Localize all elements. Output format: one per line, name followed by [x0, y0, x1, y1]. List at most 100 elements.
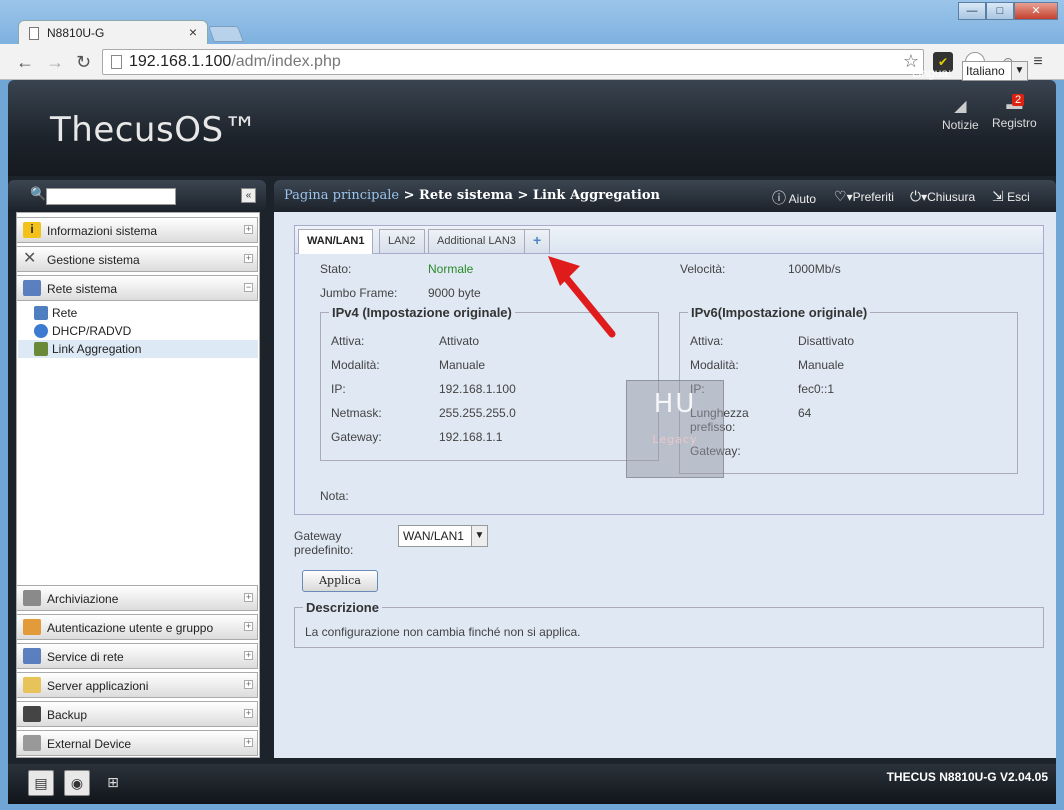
help-link[interactable]: ⓘ Aiuto: [772, 188, 816, 208]
speed-value: 1000Mb/s: [788, 262, 841, 276]
sidebar-item-service-di-rete[interactable]: Service di rete +: [16, 643, 258, 669]
sidebar-item-gestione-sistema[interactable]: ✕ Gestione sistema +: [16, 246, 258, 272]
apply-button[interactable]: Applica: [302, 570, 378, 592]
ipv6-active-value: Disattivato: [798, 334, 855, 348]
language-label: Lingua:: [912, 66, 952, 80]
status-value: Normale: [428, 262, 474, 276]
ipv4-ip-label: IP:: [331, 382, 346, 396]
chevron-down-icon: ▼: [1011, 62, 1027, 80]
breadcrumb-separator: >: [399, 188, 420, 203]
expand-icon[interactable]: +: [244, 680, 253, 689]
back-arrow-icon[interactable]: ←: [16, 52, 34, 73]
news-link[interactable]: ◢ Notizie: [942, 96, 979, 132]
description-fieldset: Descrizione: [294, 600, 1044, 648]
collapse-sidebar-button[interactable]: «: [241, 188, 256, 203]
ipv4-mode-value: Manuale: [439, 358, 486, 372]
sidebar-item-server-applicazioni[interactable]: Server applicazioni +: [16, 672, 258, 698]
maximize-button[interactable]: □: [986, 2, 1014, 20]
address-bar[interactable]: 192.168.1.100/adm/index.php ☆: [102, 49, 924, 75]
heart-icon: ♡: [834, 188, 847, 204]
sidebar-item-external-device[interactable]: External Device +: [16, 730, 258, 756]
watermark-subtext: Legacy: [652, 433, 698, 446]
breadcrumb-home[interactable]: Pagina principale: [284, 188, 399, 203]
log-count-badge: 2: [1012, 94, 1025, 106]
annotation-arrow-icon: [548, 256, 616, 338]
network-tree-icon[interactable]: ⊞: [100, 770, 126, 796]
sidebar-subitem-rete[interactable]: Rete: [18, 304, 258, 322]
menu-icon[interactable]: ≡: [1028, 52, 1048, 72]
close-window-button[interactable]: ✕: [1014, 2, 1058, 20]
ipv4-gateway-value: 192.168.1.1: [439, 430, 503, 444]
collapse-icon[interactable]: −: [244, 283, 253, 292]
sidebar-search-bar: 🔍 «: [8, 180, 266, 210]
ipv6-mode-value: Manuale: [798, 358, 845, 372]
expand-icon[interactable]: +: [244, 738, 253, 747]
page-icon: [29, 27, 39, 40]
shutdown-link[interactable]: ⏻▾Chiusura: [910, 188, 975, 205]
sidebar-item-label: Autenticazione utente e gruppo: [47, 621, 214, 635]
watermark-logo: HU Legacy: [626, 380, 724, 478]
news-label: Notizie: [942, 118, 979, 132]
speed-label: Velocità:: [680, 262, 726, 276]
status-bar: ▤ ◉ ⊞ THECUS N8810U-G V2.04.05: [8, 764, 1056, 804]
sidebar-item-backup[interactable]: Backup +: [16, 701, 258, 727]
expand-icon[interactable]: +: [244, 709, 253, 718]
expand-icon[interactable]: +: [244, 254, 253, 263]
tab-strip: WAN/LAN1 LAN2 Additional LAN3 +: [295, 226, 1043, 254]
sidebar-item-archiviazione[interactable]: Archiviazione +: [16, 585, 258, 611]
reload-icon[interactable]: ↻: [76, 52, 91, 73]
tab-lan2[interactable]: LAN2: [379, 229, 425, 253]
default-gateway-select[interactable]: WAN/LAN1 ▼: [398, 525, 488, 547]
ipv4-legend: IPv4 (Impostazione originale): [332, 305, 512, 320]
sidebar-subitem-label: DHCP/RADVD: [52, 324, 132, 338]
exit-icon: ⇲: [992, 188, 1004, 204]
sidebar-item-label: External Device: [47, 737, 132, 751]
tab-additional-lan3[interactable]: Additional LAN3: [428, 229, 525, 253]
sidebar-item-informazioni-sistema[interactable]: i Informazioni sistema +: [16, 217, 258, 243]
ipv6-mode-label: Modalità:: [690, 358, 739, 372]
help-label: Aiuto: [788, 192, 817, 206]
sidebar-item-autenticazione[interactable]: Autenticazione utente e gruppo +: [16, 614, 258, 640]
forward-arrow-icon[interactable]: →: [46, 52, 64, 73]
sidebar-subitem-dhcp[interactable]: DHCP/RADVD: [18, 322, 258, 340]
tab-wan-lan1[interactable]: WAN/LAN1: [298, 229, 374, 254]
sidebar-item-label: Service di rete: [47, 650, 124, 664]
folder-icon: [23, 677, 41, 693]
page-icon: [111, 55, 122, 69]
new-tab-button[interactable]: [208, 26, 244, 42]
expand-icon[interactable]: +: [244, 622, 253, 631]
search-input[interactable]: [46, 188, 176, 205]
language-select[interactable]: Italiano ▼: [962, 61, 1028, 81]
disk-icon[interactable]: ◉: [64, 770, 90, 796]
browser-tab[interactable]: N8810U-G ×: [18, 20, 208, 46]
url-text: 192.168.1.100/adm/index.php: [129, 53, 341, 70]
tab-title: N8810U-G: [47, 26, 105, 40]
breadcrumb-section: Rete sistema: [419, 188, 513, 203]
link-aggregation-icon: [34, 342, 48, 356]
network-icon: [34, 306, 48, 320]
browser-toolbar: ← → ↻ 192.168.1.100/adm/index.php ☆ ✔ ● …: [0, 44, 1064, 80]
chevron-down-icon: ▼: [471, 526, 487, 546]
sidebar-subitem-link-aggregation[interactable]: Link Aggregation: [18, 340, 258, 358]
breadcrumb: Pagina principale > Rete sistema > Link …: [284, 188, 660, 203]
expand-icon[interactable]: +: [244, 225, 253, 234]
favorites-link[interactable]: ♡▾Preferiti: [834, 188, 894, 205]
sidebar-item-label: Informazioni sistema: [47, 224, 158, 238]
sidebar-item-rete-sistema[interactable]: Rete sistema −: [16, 275, 258, 301]
jumbo-frame-value: 9000 byte: [428, 286, 481, 300]
breadcrumb-bar: Pagina principale > Rete sistema > Link …: [274, 180, 1056, 210]
expand-icon[interactable]: +: [244, 651, 253, 660]
sidebar-item-label: Rete sistema: [47, 282, 118, 296]
ipv4-active-label: Attiva:: [331, 334, 365, 348]
sidebar-item-label: Server applicazioni: [47, 679, 149, 693]
firmware-version: THECUS N8810U-G V2.04.05: [886, 770, 1048, 784]
logout-link[interactable]: ⇲ Esci: [992, 188, 1030, 205]
ipv4-netmask-value: 255.255.255.0: [439, 406, 516, 420]
ipv4-mode-label: Modalità:: [331, 358, 380, 372]
log-link[interactable]: ▬ 2 Registro: [992, 94, 1037, 130]
tab-close-button[interactable]: ×: [189, 24, 197, 40]
expand-icon[interactable]: +: [244, 593, 253, 602]
server-icon[interactable]: ▤: [28, 770, 54, 796]
minimize-button[interactable]: —: [958, 2, 986, 20]
app-logo: ThecusOS™: [50, 110, 259, 150]
